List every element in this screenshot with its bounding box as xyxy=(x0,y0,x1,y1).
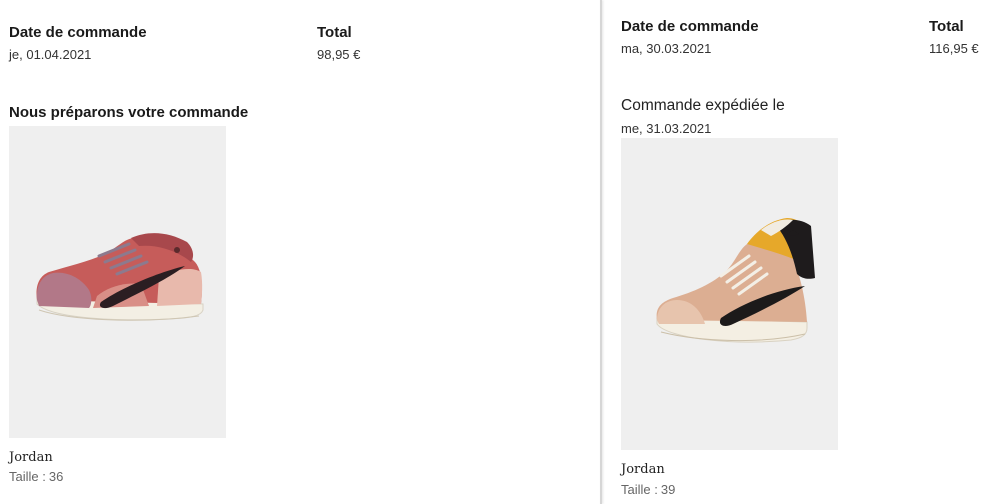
order-date-label: Date de commande xyxy=(9,24,147,41)
product-size: Taille :39 xyxy=(621,482,675,497)
product-image[interactable] xyxy=(621,138,838,450)
order-shipped-date: me, 31.03.2021 xyxy=(621,121,712,136)
order-status-title: Nous préparons votre commande xyxy=(9,104,249,121)
product-size-label: Taille : xyxy=(621,482,658,497)
order-total-value: 98,95 € xyxy=(317,47,361,62)
order-card[interactable]: Date de commande je, 01.04.2021 Total 98… xyxy=(0,0,600,504)
product-brand: Jordan xyxy=(9,450,53,465)
order-total-value: 116,95 € xyxy=(929,41,979,56)
order-status-title: Commande expédiée le xyxy=(621,97,785,114)
order-date-value: je, 01.04.2021 xyxy=(9,47,92,62)
order-total-label: Total xyxy=(929,18,964,35)
product-size-value: 39 xyxy=(660,482,676,497)
sneaker-mid-tan-yellow-icon xyxy=(656,218,815,343)
product-size-label: Taille : xyxy=(9,469,46,484)
product-brand: Jordan xyxy=(621,462,665,477)
product-image[interactable] xyxy=(9,126,226,438)
orders-viewport: Date de commande je, 01.04.2021 Total 98… xyxy=(0,0,991,504)
order-card[interactable]: Date de commande ma, 30.03.2021 Total 11… xyxy=(600,0,991,504)
order-date-value: ma, 30.03.2021 xyxy=(621,41,712,56)
order-date-label: Date de commande xyxy=(621,18,759,35)
sneaker-low-red-icon xyxy=(36,233,204,321)
order-total-label: Total xyxy=(317,24,352,41)
product-size: Taille :36 xyxy=(9,469,63,484)
product-size-value: 36 xyxy=(48,469,64,484)
